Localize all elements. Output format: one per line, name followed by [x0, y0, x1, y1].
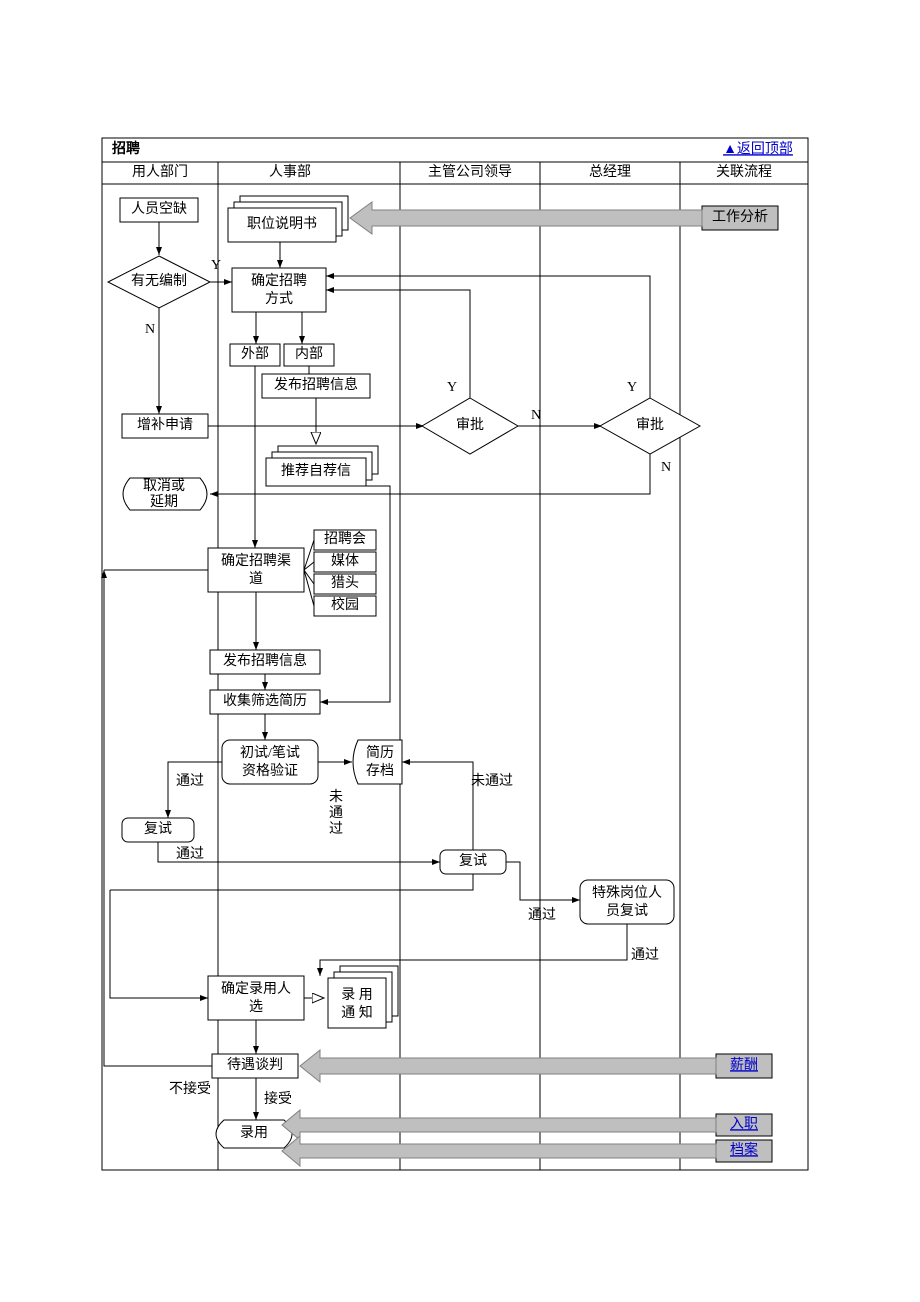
svg-text:审批: 审批 [456, 417, 484, 433]
svg-text:发布招聘信息: 发布招聘信息 [274, 376, 358, 393]
lane-4: 总经理 [589, 164, 631, 180]
svg-text:通过: 通过 [176, 846, 204, 862]
svg-text:确定招聘渠: 确定招聘渠 [221, 553, 291, 569]
svg-text:录 用: 录 用 [341, 987, 373, 1003]
svg-text:通过: 通过 [631, 947, 659, 963]
svg-text:特殊岗位人: 特殊岗位人 [592, 885, 662, 901]
svg-text:员复试: 员复试 [606, 902, 648, 919]
svg-text:推荐自荐信: 推荐自荐信 [281, 463, 351, 479]
flowchart: 招聘 ▲返回顶部 用人部门 人事部 主管公司领导 总经理 关联流程 人员空缺 职… [0, 0, 920, 1302]
svg-text:通过: 通过 [176, 773, 204, 789]
svg-text:Y: Y [627, 380, 637, 395]
svg-text:校园: 校园 [331, 596, 359, 613]
svg-text:外部: 外部 [241, 346, 269, 362]
svg-text:N: N [531, 408, 541, 423]
svg-text:人员空缺: 人员空缺 [131, 201, 187, 217]
svg-text:确定招聘: 确定招聘 [251, 273, 307, 289]
svg-text:待遇谈判: 待遇谈判 [227, 1057, 283, 1073]
svg-text:通过: 通过 [528, 907, 556, 923]
svg-text:资格验证: 资格验证 [242, 763, 298, 779]
lane-5: 关联流程 [716, 164, 772, 180]
svg-text:选: 选 [249, 999, 263, 1015]
diagram-title: 招聘 [112, 140, 140, 157]
svg-text:增补申请: 增补申请 [137, 417, 193, 433]
svg-text:延期: 延期 [150, 494, 178, 510]
svg-text:N: N [661, 460, 671, 475]
svg-text:职位说明书: 职位说明书 [247, 216, 317, 232]
svg-text:N: N [145, 322, 155, 337]
svg-text:确定录用人: 确定录用人 [221, 981, 291, 997]
svg-text:审批: 审批 [636, 417, 664, 433]
node-cancel: 取消或 延期 [123, 478, 207, 510]
svg-text:初试/笔试: 初试/笔试 [240, 744, 300, 761]
node-recommendation: 推荐自荐信 [266, 446, 378, 486]
svg-text:媒体: 媒体 [331, 553, 359, 569]
node-offer-letter: 录 用 通 知 [328, 966, 398, 1028]
svg-text:薪酬[interactable]: 薪酬 [730, 1057, 758, 1073]
node-job-description: 职位说明书 [228, 196, 348, 242]
svg-text:工作分析: 工作分析 [712, 209, 768, 225]
svg-text:简历: 简历 [366, 744, 394, 761]
svg-text:接受: 接受 [264, 1090, 292, 1107]
back-to-top-link[interactable]: ▲返回顶部 [723, 141, 793, 157]
svg-text:过: 过 [329, 821, 343, 837]
svg-text:存档: 存档 [366, 763, 394, 779]
svg-text:录用: 录用 [240, 1125, 268, 1141]
svg-text:未通过: 未通过 [471, 773, 513, 789]
svg-text:发布招聘信息: 发布招聘信息 [223, 652, 307, 669]
svg-text:Y: Y [211, 258, 221, 273]
svg-text:入职[interactable]: 入职 [730, 1117, 758, 1132]
svg-text:未: 未 [329, 789, 343, 805]
svg-text:复试: 复试 [459, 852, 487, 869]
svg-text:有无编制: 有无编制 [131, 273, 187, 289]
lane-3: 主管公司领导 [428, 164, 512, 180]
svg-text:档案[interactable]: 档案 [730, 1141, 758, 1158]
lane-1: 用人部门 [132, 164, 188, 180]
svg-text:内部: 内部 [295, 346, 323, 362]
svg-text:不接受: 不接受 [169, 1080, 211, 1097]
node-hire: 录用 [216, 1120, 292, 1148]
svg-text:Y: Y [447, 380, 457, 395]
node-archive: 简历 存档 [353, 740, 402, 784]
svg-text:通 知: 通 知 [341, 1004, 373, 1021]
svg-text:复试: 复试 [144, 820, 172, 837]
svg-text:取消或: 取消或 [143, 478, 185, 494]
svg-text:猎头: 猎头 [331, 575, 359, 591]
svg-text:通: 通 [329, 805, 343, 821]
svg-text:方式: 方式 [265, 291, 293, 307]
lane-2: 人事部 [269, 164, 311, 180]
svg-text:收集筛选简历: 收集筛选简历 [223, 692, 307, 709]
svg-text:招聘会: 招聘会 [324, 531, 366, 547]
svg-text:道: 道 [249, 571, 263, 587]
